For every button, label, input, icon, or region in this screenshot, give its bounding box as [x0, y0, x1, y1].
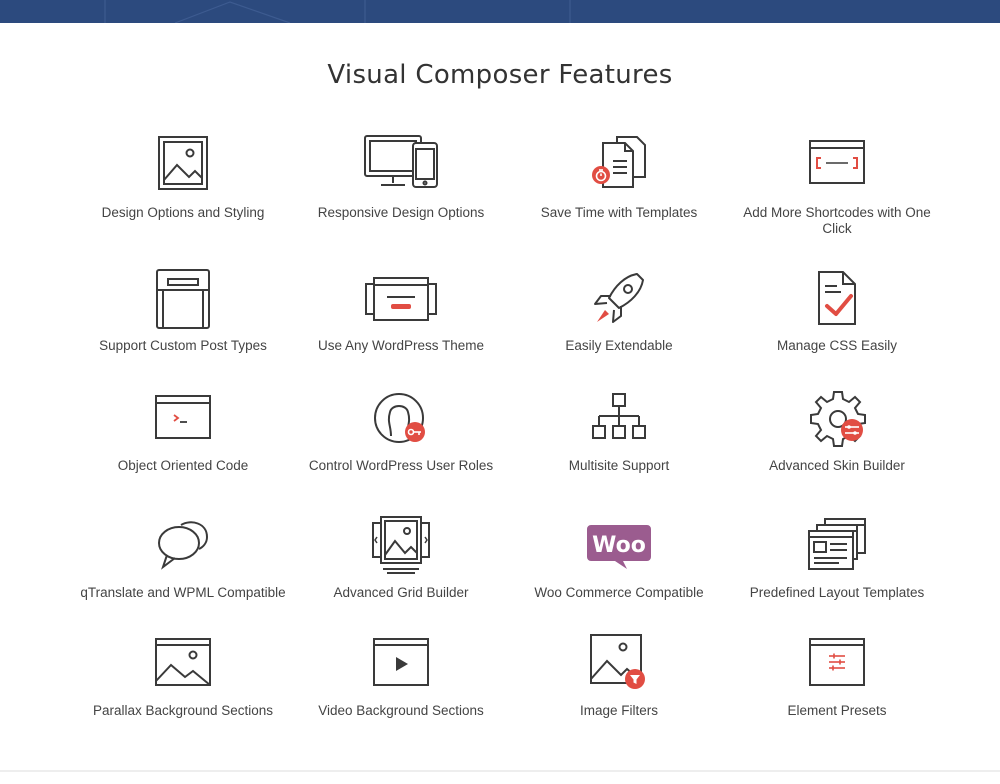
feature-user-roles[interactable]: Control WordPress User Roles: [296, 386, 506, 474]
gear-settings-icon: [810, 391, 866, 447]
rocket-icon: [594, 273, 644, 323]
feature-label: Save Time with Templates: [540, 205, 698, 220]
feature-parallax-background[interactable]: Parallax Background Sections: [78, 631, 288, 719]
feature-manage-css[interactable]: Manage CSS Easily: [732, 266, 942, 354]
video-window-icon: [373, 638, 429, 686]
feature-translate-wpml[interactable]: qTranslate and WPML Compatible: [78, 513, 288, 601]
feature-label: Multisite Support: [568, 458, 670, 473]
speech-bubbles-icon: [158, 521, 209, 570]
feature-wordpress-theme[interactable]: Use Any WordPress Theme: [296, 266, 506, 354]
layout-templates-icon: [808, 518, 866, 570]
feature-video-background[interactable]: Video Background Sections: [296, 631, 506, 719]
feature-label: Image Filters: [579, 703, 659, 718]
feature-image-filters[interactable]: Image Filters: [514, 631, 724, 719]
feature-layout-templates[interactable]: Predefined Layout Templates: [732, 513, 942, 601]
feature-object-oriented-code[interactable]: Object Oriented Code: [78, 386, 288, 474]
feature-label: Parallax Background Sections: [92, 703, 274, 718]
landscape-image-icon: [155, 638, 211, 686]
image-frame-icon: [158, 136, 208, 190]
woo-badge-text: Woo: [592, 533, 646, 558]
devices-icon: [364, 135, 438, 188]
page-title: Visual Composer Features: [327, 60, 673, 90]
feature-label: Add More Shortcodes with One Click: [743, 205, 931, 236]
top-banner: [0, 0, 1000, 23]
feature-label: Video Background Sections: [318, 703, 484, 718]
feature-label: Element Presets: [787, 703, 887, 718]
section-divider: [0, 770, 1000, 772]
feature-design-options[interactable]: Design Options and Styling: [78, 133, 288, 221]
feature-easily-extendable[interactable]: Easily Extendable: [514, 266, 724, 354]
feature-skin-builder[interactable]: Advanced Skin Builder: [732, 386, 942, 474]
themes-icon: [365, 277, 437, 321]
feature-save-time-templates[interactable]: Save Time with Templates: [514, 133, 724, 221]
feature-label: Woo Commerce Compatible: [534, 585, 704, 600]
custom-post-types-icon: [156, 269, 210, 329]
grid-gallery-icon: [372, 516, 430, 574]
feature-label: Advanced Grid Builder: [333, 585, 469, 600]
feature-label: qTranslate and WPML Compatible: [80, 585, 286, 600]
feature-label: Design Options and Styling: [101, 205, 265, 220]
feature-woocommerce[interactable]: Woo Woo Commerce Compatible: [514, 513, 724, 601]
terminal-window-icon: [155, 395, 211, 439]
feature-label: Easily Extendable: [565, 338, 673, 353]
sliders-window-icon: [809, 638, 865, 686]
feature-label: Object Oriented Code: [117, 458, 249, 473]
feature-label: Predefined Layout Templates: [749, 585, 925, 600]
sitemap-icon: [592, 393, 646, 439]
feature-multisite[interactable]: Multisite Support: [514, 386, 724, 474]
css-document-check-icon: [818, 271, 856, 325]
woo-logo-icon: Woo: [587, 525, 651, 569]
banner-pattern: [104, 0, 571, 23]
feature-add-shortcodes[interactable]: Add More Shortcodes with One Click: [732, 133, 942, 237]
feature-label: Advanced Skin Builder: [769, 458, 905, 473]
feature-label: Support Custom Post Types: [99, 338, 267, 353]
feature-custom-post-types[interactable]: Support Custom Post Types: [78, 266, 288, 354]
image-filter-icon: [590, 634, 645, 689]
feature-label: Responsive Design Options: [317, 205, 485, 220]
feature-responsive-design[interactable]: Responsive Design Options: [296, 133, 506, 221]
user-role-key-icon: [374, 393, 425, 443]
templates-clock-icon: [592, 136, 646, 188]
feature-label: Manage CSS Easily: [776, 338, 898, 353]
feature-element-presets[interactable]: Element Presets: [732, 631, 942, 719]
feature-label: Use Any WordPress Theme: [317, 338, 485, 353]
feature-label: Control WordPress User Roles: [308, 458, 494, 473]
feature-grid-builder[interactable]: Advanced Grid Builder: [296, 513, 506, 601]
shortcode-window-icon: [809, 140, 865, 184]
